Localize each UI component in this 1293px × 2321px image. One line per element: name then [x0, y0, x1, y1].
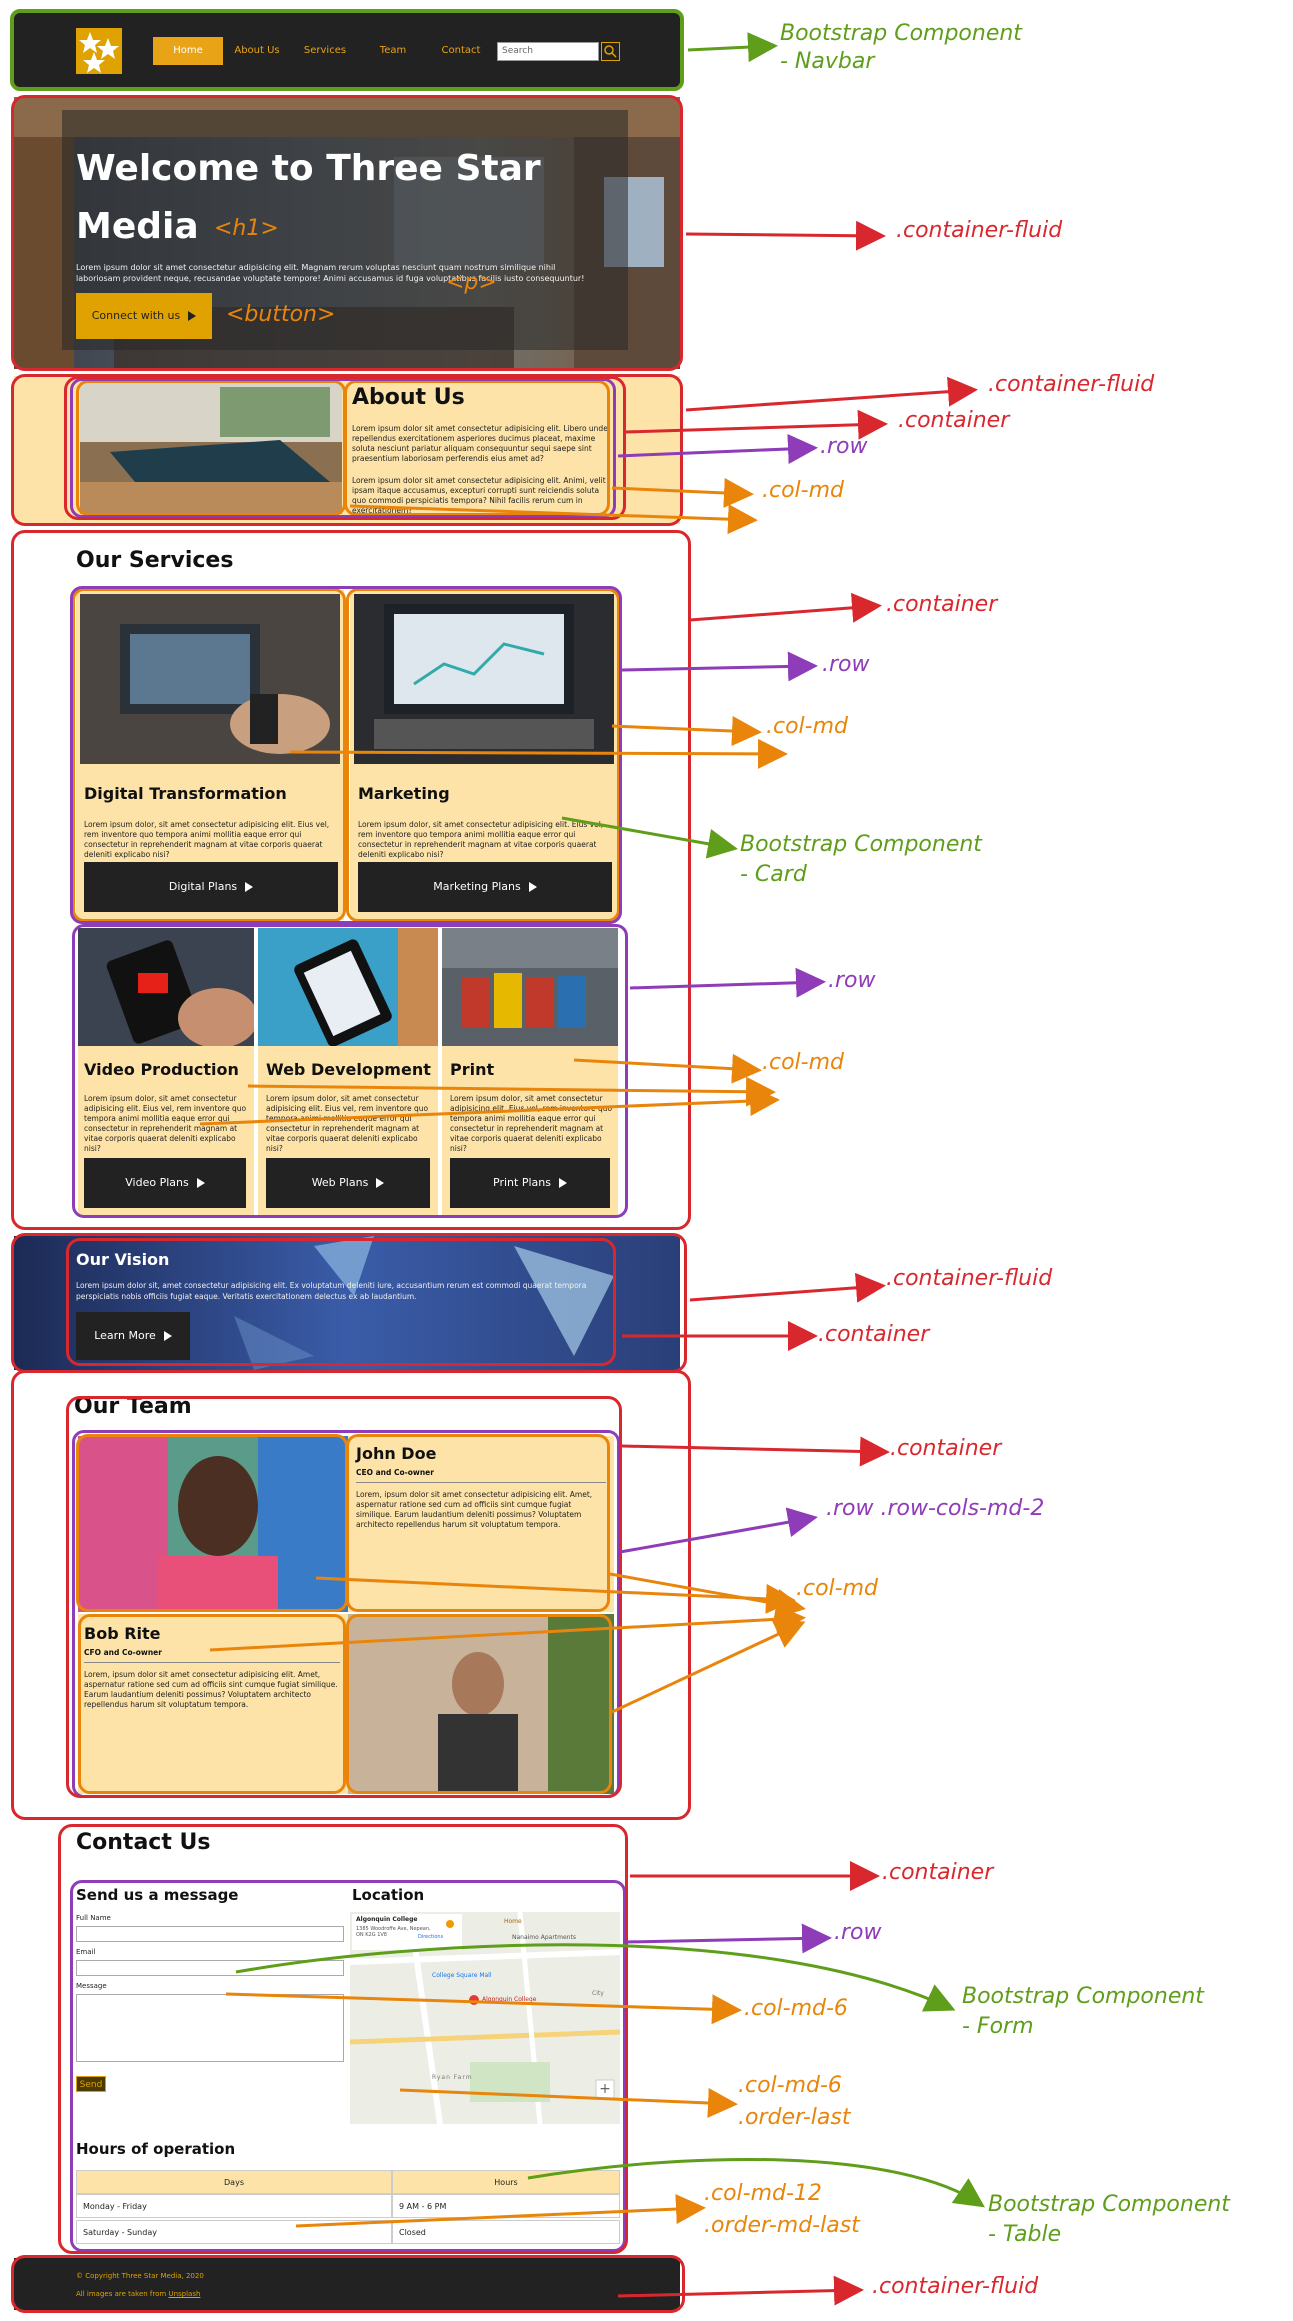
annotation-col-md-6: .col-md-6: [744, 1996, 848, 2021]
annotation-table-line1: Bootstrap Component: [988, 2192, 1230, 2217]
annotation-table-line2: - Table: [988, 2222, 1062, 2247]
annotation-arrows: [199, 32, 985, 2306]
annotation-navbar: Bootstrap Component - Navbar: [780, 20, 1080, 76]
annotation-services-col1: .col-md: [766, 714, 848, 739]
annotation-navbar-line2: - Navbar: [780, 49, 875, 74]
annotation-card-line2: - Card: [740, 862, 807, 887]
annotation-contact-row: .row: [834, 1920, 882, 1945]
annotation-col-md-12: .col-md-12 .order-md-last: [704, 2178, 964, 2242]
annotation-form-line1: Bootstrap Component: [962, 1984, 1204, 2009]
annotation-team-container: .container: [890, 1436, 1002, 1461]
annotation-col-md-6-order-line2: .order-last: [738, 2105, 851, 2130]
annotation-about-fluid: .container-fluid: [988, 372, 1155, 397]
annotation-vision-fluid: .container-fluid: [886, 1266, 1053, 1291]
annotation-col-md-6-order: .col-md-6 .order-last: [738, 2070, 938, 2134]
annotation-vision-container: .container: [818, 1322, 930, 1347]
annotation-contact-container: .container: [882, 1860, 994, 1885]
annotation-card-line1: Bootstrap Component: [740, 832, 982, 857]
annotation-footer-fluid: .container-fluid: [872, 2274, 1039, 2299]
annotation-col-md-6-order-line1: .col-md-6: [738, 2073, 842, 2098]
annotation-team-row: .row .row-cols-md-2: [826, 1496, 1045, 1521]
annotation-services-col2: .col-md: [762, 1050, 844, 1075]
annotation-services-container: .container: [886, 592, 998, 617]
annotation-team-col: .col-md: [796, 1576, 878, 1601]
annotation-about-col: .col-md: [762, 478, 844, 503]
annotation-hero-fluid: .container-fluid: [896, 218, 1063, 243]
annotation-col-md-12-line2: .order-md-last: [704, 2213, 860, 2238]
annotation-navbar-line1: Bootstrap Component: [780, 21, 1022, 46]
annotation-form: Bootstrap Component - Form: [962, 1982, 1282, 2042]
annotation-table: Bootstrap Component - Table: [988, 2190, 1288, 2250]
annotation-col-md-12-line1: .col-md-12: [704, 2181, 822, 2206]
annotation-services-row1: .row: [822, 652, 870, 677]
annotation-card: Bootstrap Component - Card: [740, 830, 1060, 890]
annotation-about-row: .row: [820, 434, 868, 459]
annotation-form-line2: - Form: [962, 2014, 1034, 2039]
annotation-services-row2: .row: [828, 968, 876, 993]
